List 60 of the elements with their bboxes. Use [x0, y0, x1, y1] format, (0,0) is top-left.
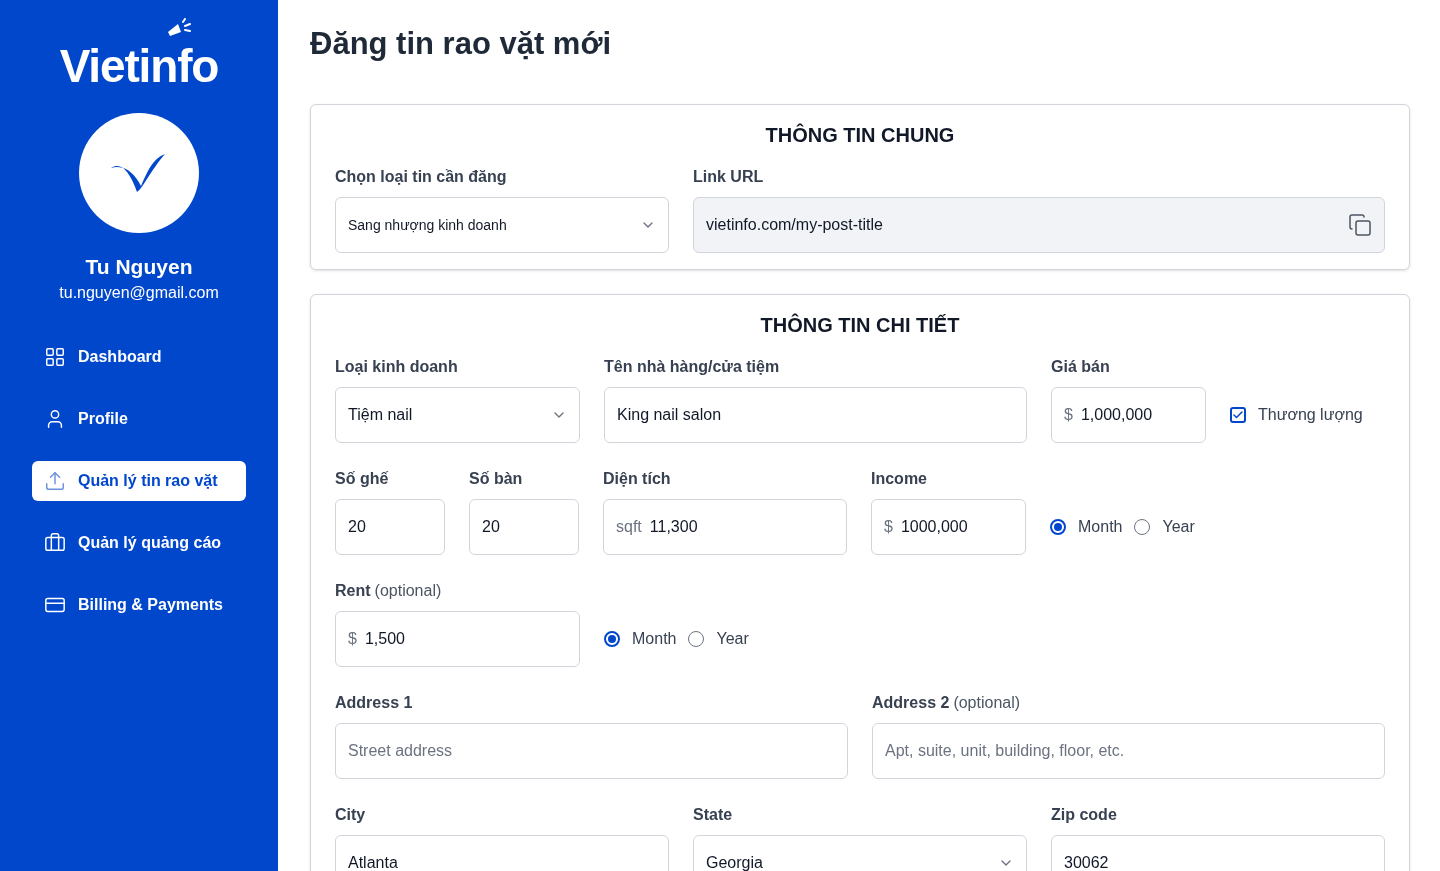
field-label: Link URL	[693, 167, 764, 187]
select-field[interactable]: Georgia	[693, 835, 1027, 871]
input-field[interactable]: 20	[469, 499, 579, 555]
input-field[interactable]: 30062	[1051, 835, 1385, 871]
radio-label: Month	[632, 629, 677, 649]
unit-prefix: sqft	[616, 517, 642, 537]
nav-item[interactable]: Quản lý tin rao vặt	[32, 461, 246, 501]
nav-item[interactable]: Quản lý quảng cáo	[32, 523, 246, 563]
page-title: Đăng tin rao vặt mới	[310, 25, 613, 63]
field-label: Rent	[335, 581, 371, 601]
field-label: Giá bán	[1051, 357, 1110, 377]
unit-prefix: $	[884, 517, 893, 537]
input-field[interactable]: 20	[335, 499, 445, 555]
briefcase-icon	[44, 532, 66, 554]
optional-note: (optional)	[374, 581, 442, 601]
input-field[interactable]: $ 1,500	[335, 611, 580, 667]
copy-icon[interactable]	[1348, 213, 1372, 237]
radio-button[interactable]	[604, 631, 620, 647]
nav-item[interactable]: Billing & Payments	[32, 585, 246, 625]
upload-icon	[44, 470, 66, 492]
input-field[interactable]: $ 1000,000	[871, 499, 1026, 555]
section-title: THÔNG TIN CHI TIẾT	[759, 312, 961, 338]
input-field[interactable]: Atlanta	[335, 835, 669, 871]
field-label: Tên nhà hàng/cửa tiệm	[604, 357, 780, 377]
unit-prefix: $	[348, 629, 357, 649]
input-field[interactable]: sqft 11,300	[603, 499, 847, 555]
check-icon	[1232, 409, 1244, 421]
radio-label: Year	[1162, 517, 1195, 537]
nav-item[interactable]: Dashboard	[32, 337, 246, 377]
field-label: Income	[871, 469, 927, 489]
select-field[interactable]: Tiệm nail	[335, 387, 580, 443]
logo: Vietinfo	[59, 44, 219, 88]
field-label: Address 2	[872, 693, 950, 713]
nav-item[interactable]: Profile	[32, 399, 246, 439]
field-label: Số bàn	[469, 469, 523, 489]
field-label: Diện tích	[603, 469, 671, 489]
checkbox[interactable]	[1230, 407, 1246, 423]
section-title: THÔNG TIN CHUNG	[764, 122, 956, 148]
input-field[interactable]: Apt, suite, unit, building, floor, etc.	[872, 723, 1385, 779]
radio-label: Year	[716, 629, 749, 649]
grid-icon	[44, 346, 66, 368]
url-field[interactable]: vietinfo.com/my-post-title	[693, 197, 1385, 253]
unit-prefix: $	[1064, 405, 1073, 425]
field-label: Zip code	[1051, 805, 1117, 825]
optional-note: (optional)	[953, 693, 1021, 713]
field-label: Address 1	[335, 693, 413, 713]
radio-label: Month	[1078, 517, 1123, 537]
checkbox-label: Thương lượng	[1258, 405, 1363, 425]
input-field[interactable]: Street address	[335, 723, 848, 779]
user-name: Tu Nguyen	[85, 254, 193, 280]
field-label: City	[335, 805, 366, 825]
input-field[interactable]: King nail salon	[604, 387, 1027, 443]
field-label: Chọn loại tin cần đăng	[335, 167, 507, 187]
select-field[interactable]: Sang nhượng kinh doanh	[335, 197, 669, 253]
field-label: Loại kinh doanh	[335, 357, 458, 377]
field-label: Số ghế	[335, 469, 389, 489]
input-field[interactable]: $ 1,000,000	[1051, 387, 1206, 443]
radio-button[interactable]	[1050, 519, 1066, 535]
field-label: State	[693, 805, 733, 825]
user-email: tu.nguyen@gmail.com	[59, 283, 219, 303]
